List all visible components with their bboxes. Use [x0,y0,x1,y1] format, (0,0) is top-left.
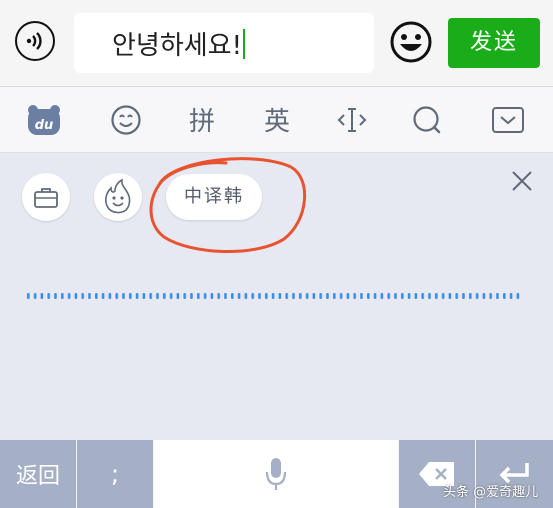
english-input-button[interactable]: 英 [255,87,299,152]
voice-waveform [26,291,522,301]
collapse-keyboard-icon [492,106,524,133]
emoji-panel-button[interactable] [104,87,148,152]
keyboard-logo-button[interactable]: du [22,87,66,152]
fire-face-icon [105,179,131,214]
text-caret [243,29,246,59]
toolbox-button[interactable] [22,173,70,221]
voice-input-panel: 中译韩 [0,153,553,440]
emoji-icon [390,21,432,63]
send-button[interactable]: 发送 [448,18,540,68]
cursor-move-button[interactable] [330,87,374,152]
du-logo-icon: du [28,104,60,135]
chat-input-bar: 안녕하세요! 发送 [0,0,553,87]
pinyin-input-button[interactable]: 拼 [180,87,224,152]
watermark-text: 头条 @爱奇趣儿 [443,485,539,500]
voice-button[interactable] [15,21,55,61]
voice-effect-button[interactable] [94,173,142,221]
keyboard-toolbar: du 拼 英 [0,87,553,153]
message-input-text: 안녕하세요! [112,31,243,61]
microphone-key[interactable] [154,440,398,508]
emoji-button[interactable] [389,20,433,64]
message-input[interactable]: 안녕하세요! [74,13,374,73]
search-button[interactable] [405,87,449,152]
search-icon [413,105,441,133]
briefcase-icon [34,188,58,208]
collapse-keyboard-button[interactable] [486,87,530,152]
smiley-icon [111,104,141,135]
close-icon[interactable] [510,169,534,193]
svg-text:du: du [35,118,54,133]
annotation-circle [149,157,307,253]
semicolon-key[interactable]: ; [77,440,153,508]
microphone-icon [265,458,287,490]
back-key[interactable]: 返回 [0,440,76,508]
cursor-icon [337,107,367,132]
voice-icon [26,32,42,50]
